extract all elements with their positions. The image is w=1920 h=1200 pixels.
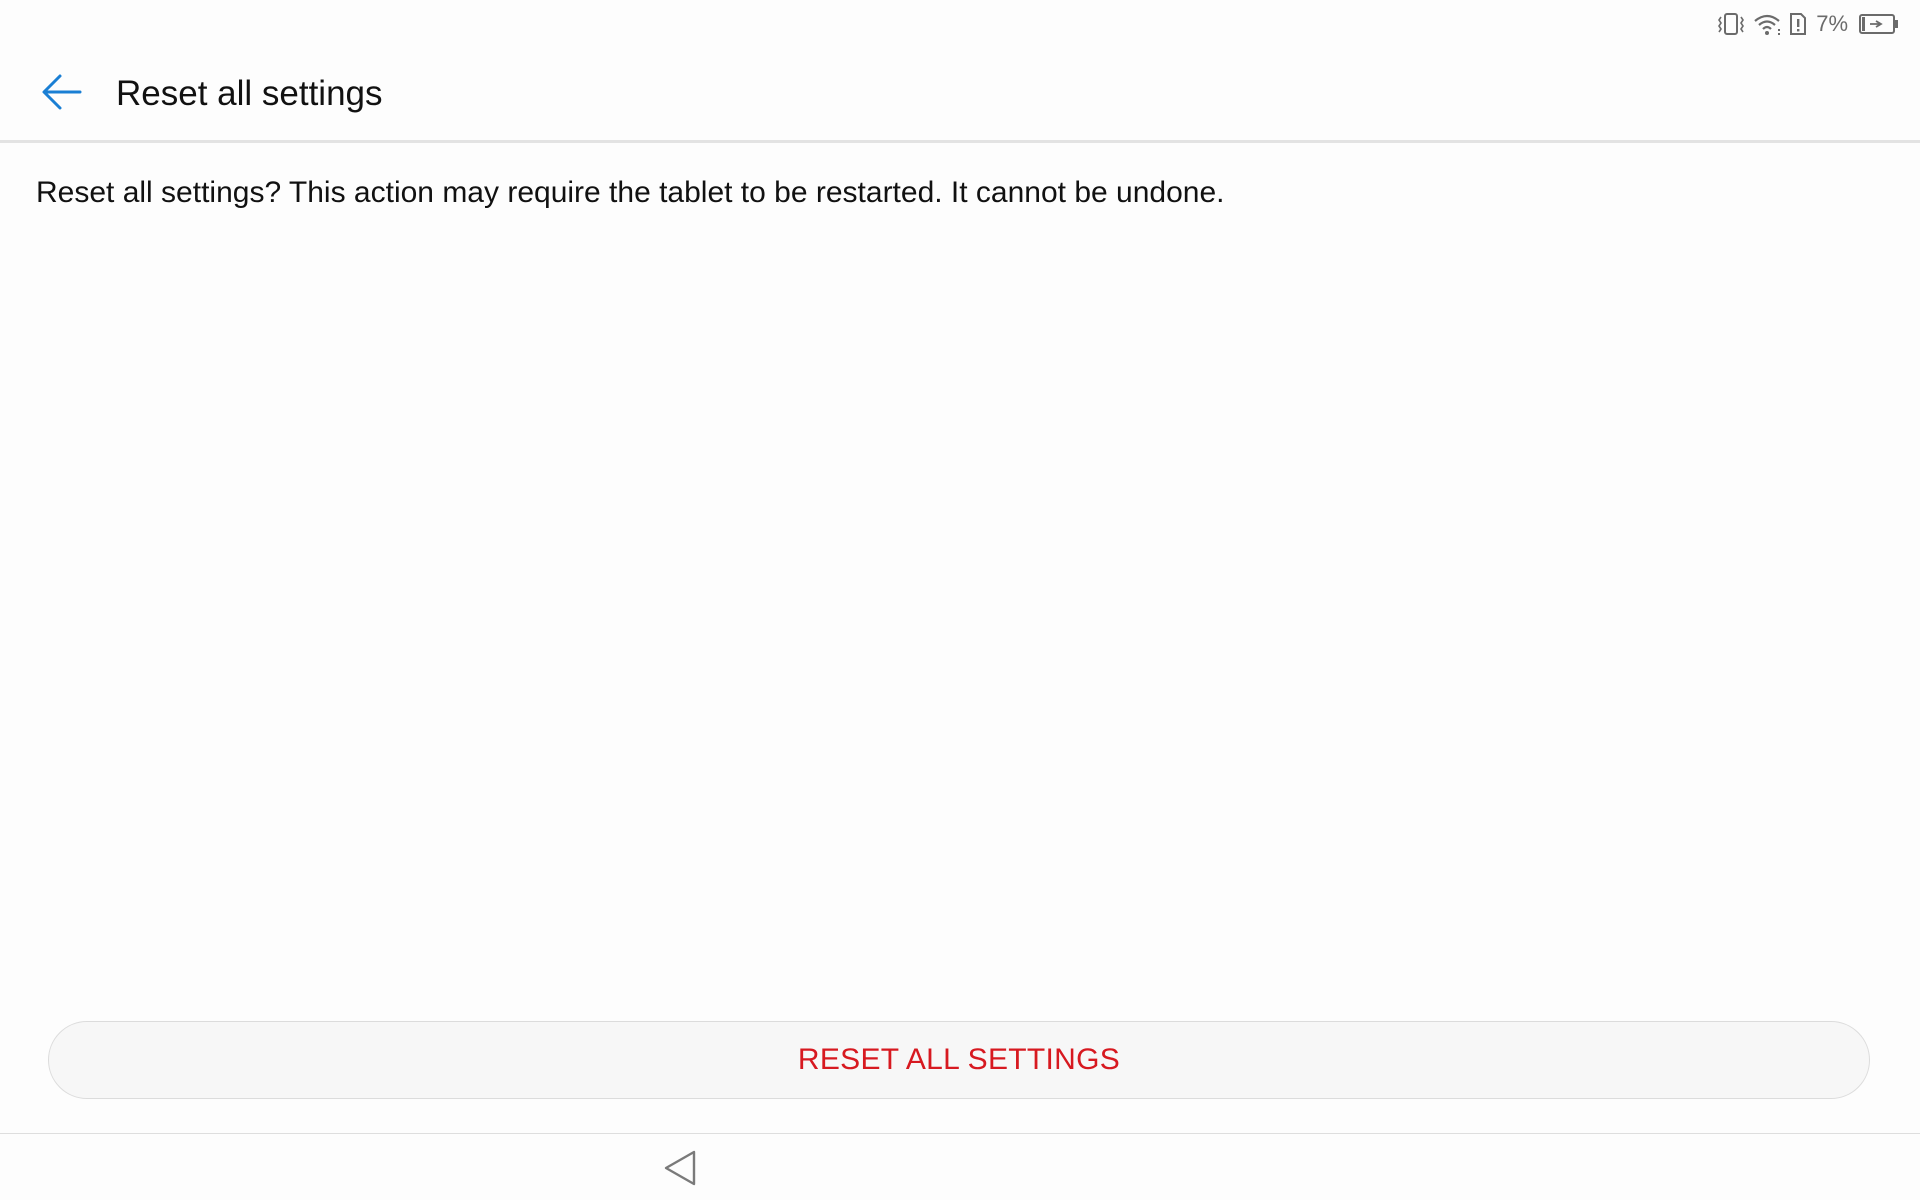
- screen: 7% Reset all settings Reset all settings…: [0, 0, 1920, 1200]
- status-bar: 7%: [1716, 0, 1920, 48]
- page-title: Reset all settings: [116, 74, 383, 113]
- reset-warning-message: Reset all settings? This action may requ…: [36, 176, 1225, 209]
- reset-all-settings-button[interactable]: RESET ALL SETTINGS: [48, 1021, 1870, 1099]
- navigation-bar: [0, 1133, 1920, 1200]
- triangle-back-icon: [660, 1150, 700, 1192]
- reset-all-settings-label: RESET ALL SETTINGS: [797, 1043, 1121, 1076]
- battery-percent: 7%: [1816, 11, 1848, 36]
- arrow-left-icon: [40, 70, 84, 119]
- battery-charging-icon: [1858, 12, 1900, 36]
- wifi-icon: [1752, 11, 1782, 37]
- nav-back-button[interactable]: [660, 1148, 700, 1188]
- vibrate-icon: [1716, 11, 1746, 37]
- back-button[interactable]: [30, 62, 94, 126]
- app-bar: Reset all settings: [0, 48, 1920, 143]
- sim-alert-icon: [1788, 11, 1808, 37]
